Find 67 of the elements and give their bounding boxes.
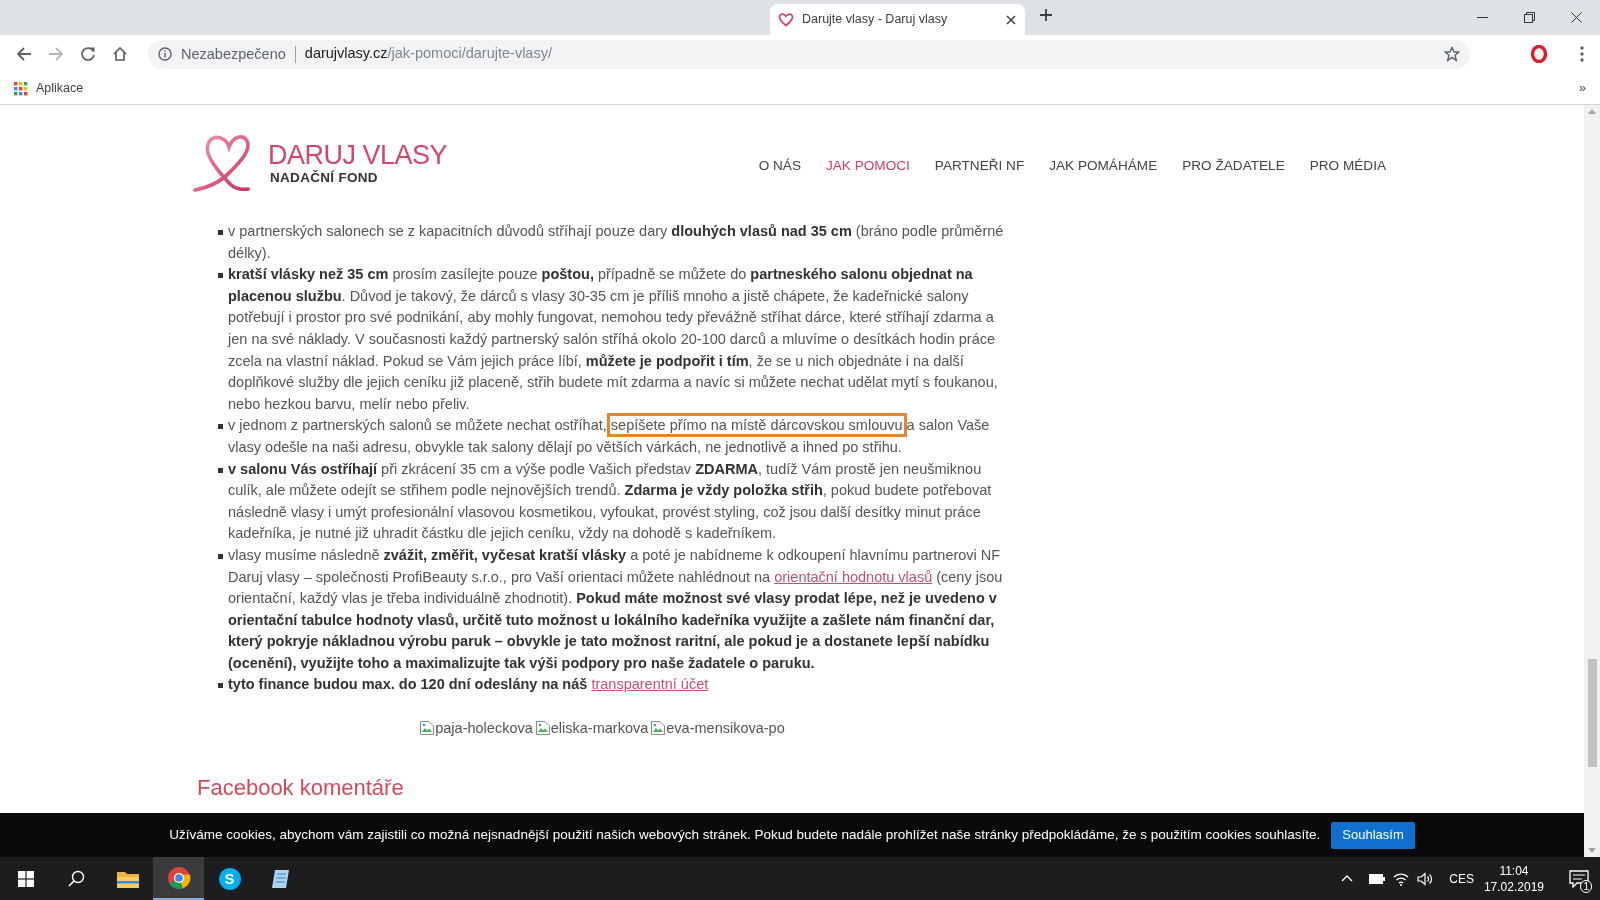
chevron-up-icon[interactable] — [1341, 875, 1354, 882]
heart-icon — [778, 12, 794, 27]
image-alt-text: eliska-markova — [550, 719, 649, 739]
list-item-text: tyto finance budou max. do 120 dní odeslány na náš transparentní účet — [228, 675, 710, 695]
notification-count: 1 — [1580, 880, 1592, 893]
nav-link[interactable]: JAK POMÁHÁME — [1049, 155, 1158, 177]
security-label: Nezabezpečeno — [181, 45, 296, 63]
input-language[interactable]: CES — [1449, 869, 1474, 888]
logo-subtitle: NADAČNÍ FOND — [270, 170, 379, 186]
clock-date[interactable]: 17.02.2019 — [1483, 878, 1544, 895]
address-bar[interactable]: Nezabezpečeno darujvlasy.cz/jak-pomoci/darujte-vlasy/ — [148, 39, 1470, 69]
nav-link[interactable]: PRO MÉDIA — [1309, 155, 1386, 177]
battery-icon[interactable] — [1369, 873, 1386, 884]
close-icon[interactable] — [1006, 14, 1016, 25]
notepad-icon — [269, 867, 292, 890]
list-item-text: vlasy musíme následně zvážit, změřit, vyčesat kratší vlásky a poté je nabídneme k odkoupení hlavnímu partnerovi NF Daruj vlasy – společnosti ProfiBeauty s.r.o., pro Vaší orientaci můžete nahlédnout na orientační hodnotu vlasů (ceny jsou orientační, každý vlas je třeba individuálně zhodnotit). Pokud máte možnost své vlasy prodat lépe, než je uvedeno v orientační tabulce hodnoty vlasů, určitě tuto možnost u lokálního kadeřníka využijte a zašlete nám finanční dar, který pokryje nákladnou výrobu paruk – obvykle je tato možnost raritní, ale pokud je a dostanete lepší nabídku (ocenění), využijte toho a maximalizujte tak výši podpory pro naše žadatele o paruku. — [228, 545, 1004, 673]
nav-link[interactable]: JAK POMOCI — [826, 155, 910, 177]
bullet-icon — [218, 273, 223, 279]
back-arrow-icon[interactable] — [16, 46, 32, 62]
logo-title: DARUJ VLASY — [268, 140, 448, 170]
bullet-icon — [218, 230, 223, 235]
taskbar-button[interactable] — [153, 857, 204, 900]
bullet-icon — [218, 553, 223, 559]
bullet-icon — [218, 467, 223, 473]
browser-tab[interactable]: Darujte vlasy - Daruj vlasy — [770, 4, 1025, 35]
bullet-icon — [218, 424, 223, 430]
list-item-text: kratší vlásky než 35 cm prosím zasílejte pouze poštou, případně se můžete do partneského salonu objednat na placenou službu. Důvod je takový, že dárců s vlasy 30-35 cm je příliš mnoho a jistě chápete, že kadeřnické salony potřebují i prostor pro své podnikání, aby mohly fungovat, nemohou tedy převážně stříhat dárce, které stříhají zdarma a jen na své náklady. V současnosti každý partnerský salón stříhá okolo 20-100 darců a mluvíme o desítkách hodin práce zcela na vlastní náklad. Pokud se Vám jejich práce líbí, můžete je podpořit i tím, že se u nich objednáte i na další doplňkové služby dle jejich ceníku již placeně, střih budete mít zdarma a navíc si můžete nechat udělat mytí s foukanou, nebo hezkou barvu, melír nebo přeliv. — [228, 265, 999, 414]
home-icon[interactable] — [112, 46, 128, 62]
section-heading: Facebook komentáře — [197, 775, 405, 802]
bullet-icon — [218, 683, 223, 689]
scrollbar-thumb[interactable] — [1587, 659, 1597, 767]
volume-icon[interactable] — [1417, 871, 1434, 886]
image-alt-text: paja-holeckova — [435, 719, 533, 739]
list-item-text: v jednom z partnerských salonů se můžete nechat ostříhat, sepíšete přímo na místě dárcovskou smlouvu a salon Vaše vlasy odešle na naši adresu, obvykle tak salony dělají po větších várkách, ne jednotlivě a ihned po střihu. — [228, 415, 1012, 459]
list-item-text: v partnerských salonech se z kapacitních důvodů stříhají pouze dary dlouhých vlasů nad 35 cm (bráno podle průměrné délky). — [228, 222, 1005, 263]
menu-icon[interactable] — [1580, 46, 1584, 62]
apps-grid-icon — [14, 81, 28, 96]
reload-icon[interactable] — [80, 46, 96, 62]
wifi-icon[interactable] — [1393, 871, 1410, 886]
search-icon[interactable] — [68, 870, 85, 887]
url-text: darujvlasy.cz/jak-pomoci/darujte-vlasy/ — [304, 44, 552, 64]
nav-link[interactable]: PRO ŽADATELE — [1182, 155, 1285, 177]
bookmark-link[interactable]: Aplikace — [36, 79, 84, 98]
clock-time[interactable]: 11:04 — [1483, 862, 1544, 879]
scrollbar[interactable] — [1584, 105, 1600, 857]
star-icon[interactable] — [1444, 46, 1460, 62]
accept-button[interactable]: Souhlasím — [1331, 821, 1415, 849]
image-alt-text: eva-mensikova-po — [666, 719, 785, 739]
bookmarks-overflow[interactable]: » — [1579, 79, 1586, 98]
info-icon[interactable] — [158, 47, 172, 61]
browser-logo-icon — [166, 865, 191, 890]
extension-ring-icon[interactable] — [1530, 45, 1548, 63]
restore-icon[interactable] — [1524, 12, 1535, 23]
nav-link[interactable]: PARTNEŘI NF — [934, 155, 1025, 177]
close-icon[interactable] — [1571, 12, 1582, 23]
windows-start-icon[interactable] — [17, 870, 34, 887]
text-link[interactable]: transparentní účet — [591, 676, 709, 693]
broken-image-icon — [650, 720, 667, 737]
list-item-text: v salonu Vás ostříhají při zkrácení 35 cm a výše podle Vašich představ ZDARMA, tudíž Vám prostě jen neušmiknou culík, ale můžete odejít se střihem podle nejnovějších trendů. Zdarma je vždy položka střih, pokud budete potřebovat následně vlasy i umýt profesionální vlasovou kosmetikou, vyfoukat, provést styling, což jsou další desítky minut práce kadeřníka, je nutné již uhradit částku dle jejich ceníku, vždy na dohodě s kadeřníkem. — [228, 459, 993, 544]
plus-icon[interactable] — [1039, 8, 1053, 22]
broken-image-icon — [534, 720, 551, 737]
cookie-text: Užíváme cookies, abychom vám zajistili co možná nejsnadnější použití našich webových stránek. Pokud budete nadále prohlížet naše stránky předpokládáme, že s použitím cookies souhlasíte. — [169, 825, 1321, 844]
notification-icon[interactable] — [1569, 869, 1589, 888]
text-link[interactable]: orientační hodnotu vlasů — [774, 568, 933, 585]
broken-image-icon — [419, 720, 436, 737]
nav-link[interactable]: O NÁS — [758, 155, 801, 177]
chat-app-logo: S — [218, 867, 241, 890]
